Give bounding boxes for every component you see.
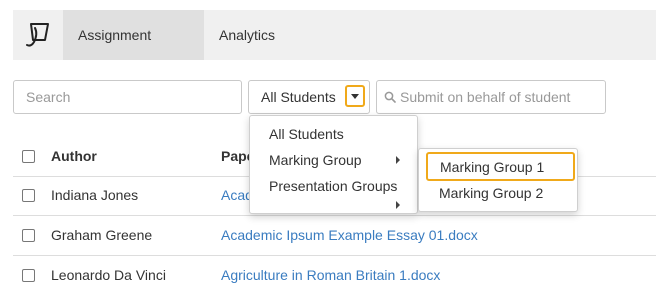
top-nav-bar: Assignment Inbox Analytics bbox=[13, 10, 656, 93]
submit-on-behalf-input[interactable]: Submit on behalf of student bbox=[376, 80, 606, 114]
submenu-item-marking-group-2[interactable]: Marking Group 2 bbox=[439, 185, 543, 201]
paper-link[interactable]: Academic Ipsum Example Essay 01.docx bbox=[221, 227, 478, 243]
row-checkbox[interactable] bbox=[22, 189, 35, 202]
submenu-item-label: Marking Group 1 bbox=[440, 159, 545, 175]
student-filter-menu: All Students Marking Group Presentation … bbox=[249, 115, 418, 214]
submit-on-behalf-placeholder: Submit on behalf of student bbox=[400, 89, 571, 105]
row-divider bbox=[13, 215, 656, 216]
search-input[interactable]: Search bbox=[13, 80, 242, 114]
submenu-arrow-icon bbox=[396, 201, 400, 209]
search-icon bbox=[384, 91, 396, 103]
tab-assignment-inbox[interactable]: Assignment Inbox bbox=[63, 10, 204, 93]
menu-item-presentation-groups[interactable]: Presentation Groups bbox=[269, 178, 397, 194]
menu-item-all-students[interactable]: All Students bbox=[269, 126, 344, 142]
author-column-header[interactable]: Author bbox=[51, 148, 97, 164]
turnitin-logo-icon[interactable] bbox=[13, 10, 63, 60]
menu-item-marking-group[interactable]: Marking Group bbox=[269, 152, 362, 168]
select-all-checkbox[interactable] bbox=[22, 150, 35, 163]
author-cell: Leonardo Da Vinci bbox=[51, 267, 166, 283]
submenu-arrow-icon bbox=[396, 156, 400, 164]
author-cell: Graham Greene bbox=[51, 227, 153, 243]
student-filter-dropdown-button[interactable] bbox=[345, 85, 365, 107]
paper-link[interactable]: Agriculture in Roman Britain 1.docx bbox=[221, 267, 440, 283]
row-divider bbox=[13, 255, 656, 256]
caret-down-icon bbox=[351, 93, 359, 99]
author-cell: Indiana Jones bbox=[51, 187, 139, 203]
row-checkbox[interactable] bbox=[22, 229, 35, 242]
submenu-item-marking-group-1[interactable]: Marking Group 1 bbox=[426, 152, 575, 181]
tab-analytics[interactable]: Analytics bbox=[204, 10, 289, 60]
row-checkbox[interactable] bbox=[22, 269, 35, 282]
